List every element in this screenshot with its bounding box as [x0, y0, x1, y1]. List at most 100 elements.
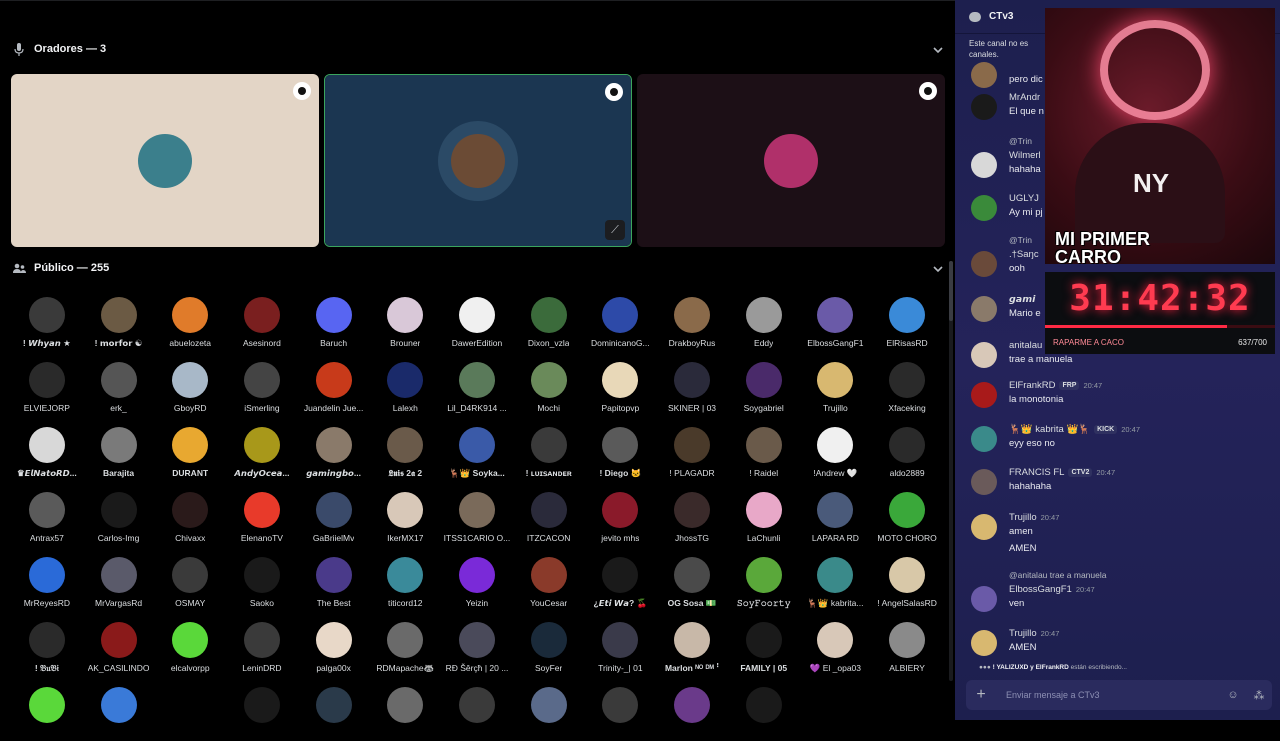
audience-member[interactable]: MOTO CHORO: [871, 492, 943, 546]
audience-member[interactable]: ! PLAGADR: [656, 427, 728, 481]
author-name[interactable]: Trujillo: [1009, 628, 1037, 639]
avatar[interactable]: [971, 342, 997, 368]
audience-member[interactable]: DawerEdition: [441, 297, 513, 351]
audience-member[interactable]: LAPARA RD: [800, 492, 872, 546]
audience-member[interactable]: Brouner: [369, 297, 441, 351]
audience-member[interactable]: Yeizin: [441, 557, 513, 611]
chevron-down-icon[interactable]: [931, 262, 945, 276]
audience-member[interactable]: RĐ Šêrçħ | 20 ...: [441, 622, 513, 676]
audience-member[interactable]: 𝚂𝚘𝚢𝙵𝚘𝚘𝚛𝚝𝚢: [728, 557, 800, 611]
audience-member[interactable]: LeninDRD: [226, 622, 298, 676]
audience-member[interactable]: erk_: [83, 362, 155, 416]
audience-member[interactable]: ! ʟᴜɪꜱᴀɴᴅᴇʀ: [513, 427, 585, 481]
audience-member[interactable]: MrReyesRD: [11, 557, 83, 611]
audience-member[interactable]: ElenanoTV: [226, 492, 298, 546]
audience-member[interactable]: The Best: [298, 557, 370, 611]
audience-member[interactable]: Xfaceking: [871, 362, 943, 416]
message-composer[interactable]: + Enviar mensaje a CTv3 ☺ ⁂: [966, 680, 1272, 710]
avatar[interactable]: [971, 94, 997, 120]
audience-member[interactable]: SoyFer: [513, 622, 585, 676]
audience-member[interactable]: MrVargasRd: [83, 557, 155, 611]
reply-preview[interactable]: @Trin: [1009, 136, 1032, 146]
audience-member[interactable]: ITSS1CARIO O...: [441, 492, 513, 546]
audience-member[interactable]: [728, 687, 800, 741]
apps-icon[interactable]: ⁂: [1246, 689, 1272, 702]
avatar[interactable]: [971, 426, 997, 452]
audience-member[interactable]: ! Raidel: [728, 427, 800, 481]
audience-member[interactable]: [513, 687, 585, 741]
author-name[interactable]: ElbossGangF1: [1009, 584, 1072, 595]
audience-member[interactable]: Barajita: [83, 427, 155, 481]
avatar[interactable]: [971, 586, 997, 612]
audience-member[interactable]: 𝘼𝙣𝙙𝙮𝙊𝙘𝙚𝙖...: [226, 427, 298, 481]
author-name[interactable]: MrAndr: [1009, 92, 1040, 103]
add-attachment-icon[interactable]: +: [966, 686, 996, 704]
audience-member[interactable]: [298, 687, 370, 741]
avatar[interactable]: [971, 296, 997, 322]
audience-member[interactable]: AK_CASILINDO: [83, 622, 155, 676]
audience-member[interactable]: JhossTG: [656, 492, 728, 546]
audience-header[interactable]: Público — 255: [12, 258, 109, 278]
author-name[interactable]: Trujillo: [1009, 512, 1037, 523]
chevron-down-icon[interactable]: [931, 43, 945, 57]
emoji-icon[interactable]: ☺: [1220, 689, 1246, 701]
avatar[interactable]: [971, 630, 997, 656]
audience-member[interactable]: Asesinord: [226, 297, 298, 351]
audience-member[interactable]: ElRisasRD: [871, 297, 943, 351]
audience-member[interactable]: 💜 El _opa03: [800, 622, 872, 676]
audience-member[interactable]: Papitopvp: [585, 362, 657, 416]
speakers-header[interactable]: Oradores — 3: [12, 39, 106, 59]
speaker-tile[interactable]: [637, 74, 945, 247]
audience-member[interactable]: titicord12: [369, 557, 441, 611]
audience-member[interactable]: OG Sosa 💵: [656, 557, 728, 611]
audience-member[interactable]: jevito mhs: [585, 492, 657, 546]
avatar[interactable]: [971, 514, 997, 540]
avatar[interactable]: [971, 152, 997, 178]
audience-member[interactable]: Eddy: [728, 297, 800, 351]
avatar[interactable]: [971, 382, 997, 408]
audience-member[interactable]: Carlos-Img: [83, 492, 155, 546]
author-name[interactable]: 🦌👑 kabrita 👑🦌: [1009, 424, 1090, 435]
audience-member[interactable]: Soygabriel: [728, 362, 800, 416]
audience-member[interactable]: !Andrew 🤍: [800, 427, 872, 481]
audience-member[interactable]: [83, 687, 155, 741]
audience-member[interactable]: Baruch: [298, 297, 370, 351]
audience-member[interactable]: abuelozeta: [154, 297, 226, 351]
audience-member[interactable]: [441, 687, 513, 741]
audience-member[interactable]: palga00x: [298, 622, 370, 676]
audience-member[interactable]: LaChunli: [728, 492, 800, 546]
audience-member[interactable]: ITZCACON: [513, 492, 585, 546]
audience-member[interactable]: [656, 687, 728, 741]
audience-member[interactable]: 𝕷𝖚𝖎𝖘 2𝖆 2: [369, 427, 441, 481]
audience-member[interactable]: SKINER | 03: [656, 362, 728, 416]
speaker-tile[interactable]: [11, 74, 319, 247]
audience-member[interactable]: DURANT: [154, 427, 226, 481]
audience-member[interactable]: GaBriielMv: [298, 492, 370, 546]
audience-member[interactable]: Lil_D4RK914 ...: [441, 362, 513, 416]
audience-member[interactable]: Chivaxx: [154, 492, 226, 546]
audience-member[interactable]: ! 𝙒𝙝𝙮𝙖𝙣 ★: [11, 297, 83, 351]
scrollbar-thumb[interactable]: [949, 261, 953, 321]
author-name[interactable]: FRANCIS FL: [1009, 467, 1064, 478]
author-name[interactable]: .†Saŋc: [1009, 249, 1039, 260]
audience-member[interactable]: [585, 687, 657, 741]
audience-member[interactable]: [154, 687, 226, 741]
audience-member[interactable]: ! 𝗺𝗼𝗿𝗳𝗼𝗿 ☯: [83, 297, 155, 351]
avatar[interactable]: [971, 62, 997, 88]
audience-member[interactable]: GboyRD: [154, 362, 226, 416]
message-input[interactable]: Enviar mensaje a CTv3: [1006, 690, 1220, 700]
reply-preview[interactable]: @anitalau trae a manuela: [1009, 570, 1106, 580]
audience-member[interactable]: [226, 687, 298, 741]
audience-member[interactable]: RDMapache🦝: [369, 622, 441, 676]
audience-member[interactable]: YouCesar: [513, 557, 585, 611]
audience-member[interactable]: Mochi: [513, 362, 585, 416]
audience-member[interactable]: 🦌👑 Soyka...: [441, 427, 513, 481]
avatar[interactable]: [971, 251, 997, 277]
avatar[interactable]: [971, 195, 997, 221]
audience-member[interactable]: Trujillo: [800, 362, 872, 416]
audience-member[interactable]: 𝙜𝙖𝙢𝙞𝙣𝙜𝙗𝙤...: [298, 427, 370, 481]
audience-member[interactable]: ELVIEJORP: [11, 362, 83, 416]
scrollbar[interactable]: [949, 261, 953, 681]
speaker-tile-speaking[interactable]: ⟋: [324, 74, 632, 247]
audience-member[interactable]: DrakboyRus: [656, 297, 728, 351]
